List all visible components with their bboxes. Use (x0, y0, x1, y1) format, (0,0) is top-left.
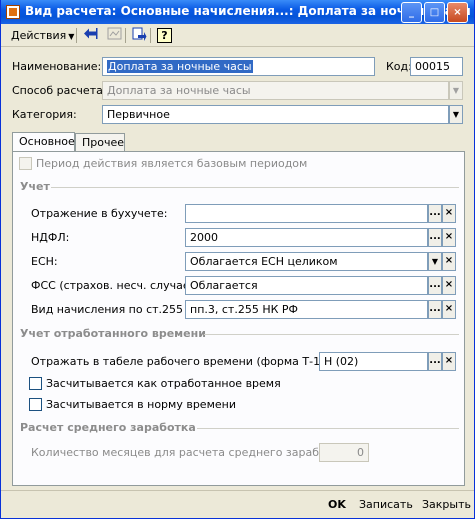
fss-label: ФСС (страхов. несч. случаев): (31, 279, 205, 292)
toolbar-separator (76, 28, 77, 43)
accrual-clear-icon[interactable]: × (442, 300, 456, 319)
method-label: Способ расчета: (12, 84, 107, 97)
close-button[interactable]: Закрыть (422, 496, 471, 514)
accounting-section-title: Учет (20, 180, 50, 193)
timesheet-select-button[interactable]: ... (428, 352, 442, 371)
section-divider (51, 187, 459, 188)
fss-clear-icon[interactable]: × (442, 276, 456, 295)
maximize-button[interactable]: □ (424, 2, 445, 23)
save-button[interactable]: Записать (359, 496, 413, 514)
reflection-label: Отражение в бухучете: (31, 207, 168, 220)
reflection-select-button[interactable]: ... (428, 204, 442, 223)
esn-dropdown-icon[interactable]: ▼ (428, 252, 442, 271)
accrual-label: Вид начисления по ст.255 НК: (31, 303, 207, 316)
toolbar-separator (150, 28, 151, 43)
document-disabled-icon (106, 27, 123, 44)
avg-earnings-section-title: Расчет среднего заработка (20, 421, 196, 434)
reflection-input[interactable] (185, 204, 428, 223)
ndfl-select-button[interactable]: ... (428, 228, 442, 247)
title-bar[interactable]: Вид расчета: Основные начисления...: Доп… (1, 0, 474, 24)
help-icon[interactable]: ? (157, 28, 172, 43)
app-icon (6, 5, 20, 19)
worktime-section-title: Учет отработанного времени (20, 327, 206, 340)
code-label: Код: (386, 60, 412, 73)
reflection-clear-icon[interactable]: × (442, 204, 456, 223)
months-input: 0 (319, 443, 369, 462)
section-divider (197, 428, 459, 429)
section-divider (204, 334, 459, 335)
esn-select[interactable]: Облагается ЕСН целиком (185, 252, 428, 271)
chevron-down-icon: ▼ (68, 32, 75, 41)
ndfl-clear-icon[interactable]: × (442, 228, 456, 247)
norm-time-checkbox[interactable] (29, 398, 42, 411)
tab-other[interactable]: Прочее (75, 133, 125, 152)
name-label: Наименование: (12, 60, 102, 73)
timesheet-input[interactable]: Н (02) (319, 352, 428, 371)
timesheet-label: Отражать в табеле рабочего времени (форм… (31, 355, 359, 368)
fss-input[interactable]: Облагается (185, 276, 428, 295)
actions-menu[interactable]: Действия ▼ (7, 26, 78, 45)
base-period-label: Период действия является базовым периодо… (36, 157, 308, 170)
minimize-button[interactable]: _ (401, 2, 422, 23)
esn-label: ЕСН: (31, 255, 58, 268)
fss-select-button[interactable]: ... (428, 276, 442, 295)
toolbar-separator (125, 28, 126, 43)
worked-time-checkbox[interactable] (29, 377, 42, 390)
esn-clear-icon[interactable]: × (442, 252, 456, 271)
actions-label: Действия (11, 29, 67, 42)
category-dropdown-icon[interactable]: ▼ (449, 105, 463, 124)
name-value: Доплата за ночные часы (107, 60, 253, 73)
base-period-checkbox (19, 157, 32, 170)
refresh-icon[interactable] (131, 27, 148, 44)
category-select[interactable]: Первичное (102, 105, 449, 124)
ndfl-label: НДФЛ: (31, 231, 70, 244)
method-dropdown-icon: ▼ (449, 81, 463, 100)
accrual-select-button[interactable]: ... (428, 300, 442, 319)
close-window-button[interactable]: × (447, 2, 468, 23)
arrow-left-icon[interactable] (82, 27, 99, 44)
norm-time-label: Засчитывается в норму времени (46, 398, 236, 411)
accrual-input[interactable]: пп.3, ст.255 НК РФ (185, 300, 428, 319)
tab-main[interactable]: Основное (12, 132, 75, 153)
code-input[interactable]: 00015 (410, 57, 463, 76)
name-input[interactable]: Доплата за ночные часы (102, 57, 375, 76)
ndfl-input[interactable]: 2000 (185, 228, 428, 247)
ok-button[interactable]: OK (328, 496, 346, 514)
bottom-button-bar: OK Записать Закрыть (1, 490, 474, 518)
worked-time-label: Засчитывается как отработанное время (46, 377, 281, 390)
method-select: Доплата за ночные часы (102, 81, 449, 100)
toolbar: Действия ▼ ? (1, 24, 474, 47)
category-label: Категория: (12, 108, 77, 121)
months-label: Количество месяцев для расчета среднего … (31, 446, 350, 459)
timesheet-clear-icon[interactable]: × (442, 352, 456, 371)
dialog-window: Вид расчета: Основные начисления...: Доп… (0, 0, 475, 519)
